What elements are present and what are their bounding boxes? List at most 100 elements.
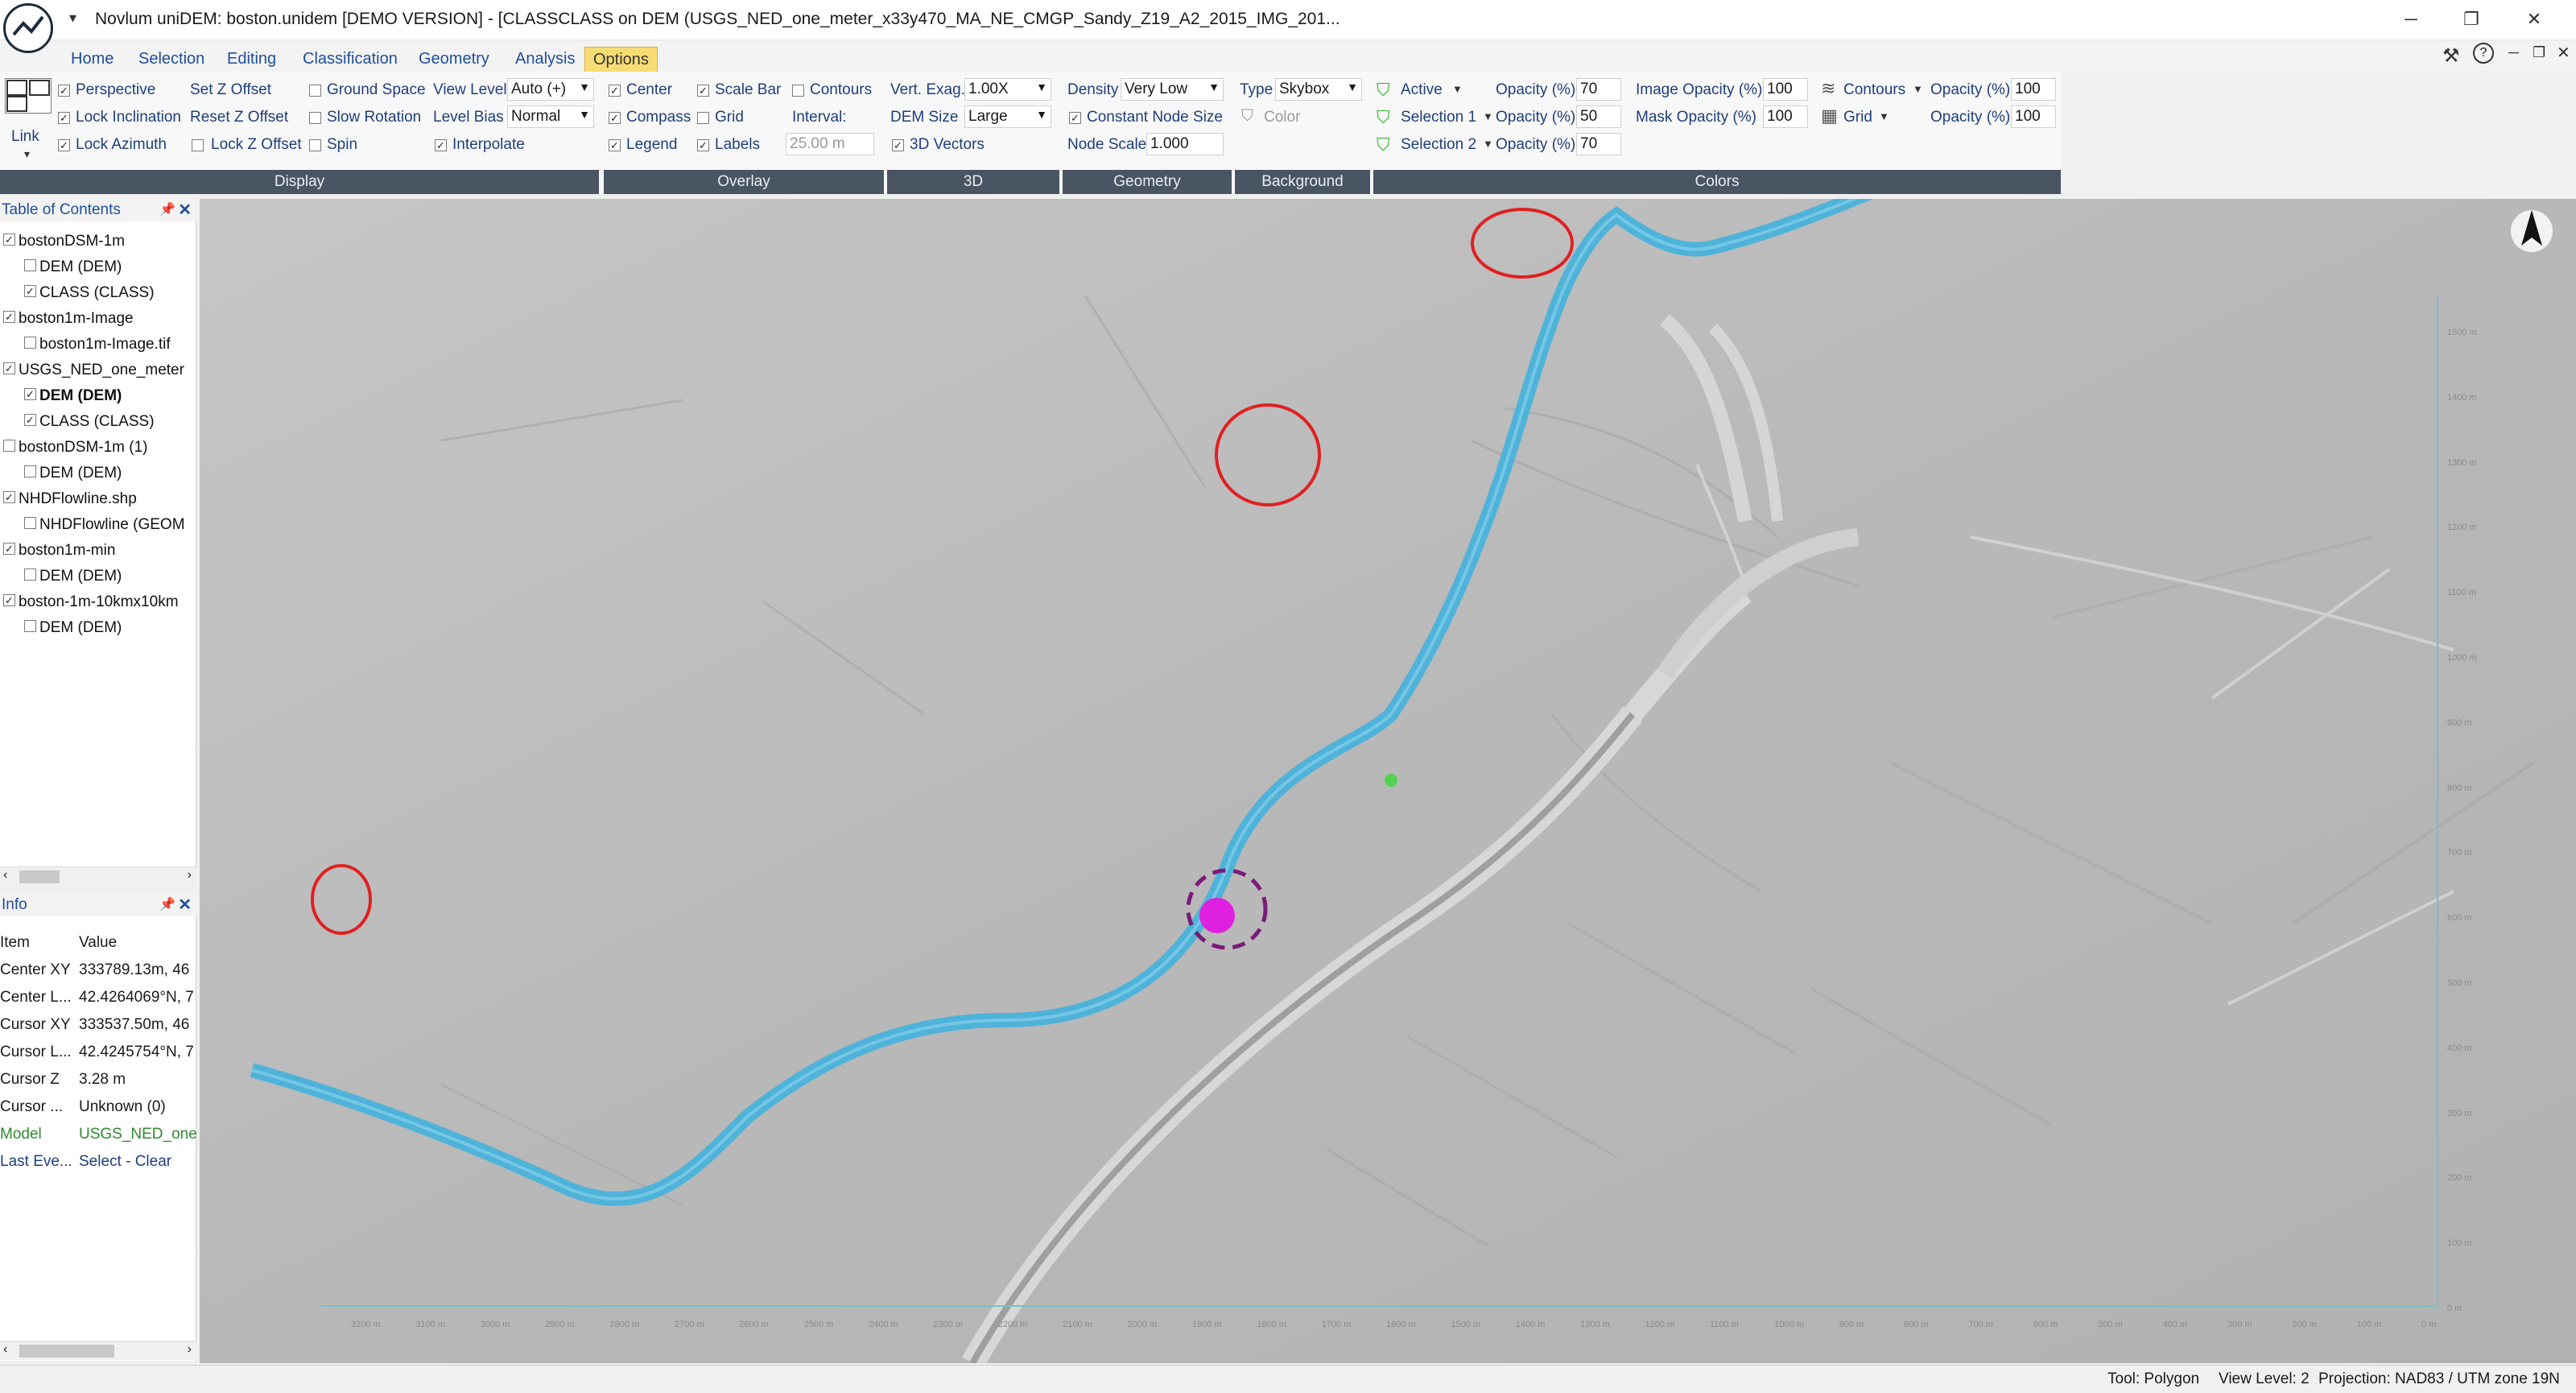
link-label[interactable]: Link	[11, 128, 39, 146]
tab-home[interactable]: Home	[63, 47, 122, 72]
chevron-down-icon[interactable]: ▼	[1483, 110, 1493, 122]
toc-layer-row[interactable]: ✓ DEM (DEM)	[24, 387, 122, 405]
ground-space-checkbox[interactable]	[309, 85, 321, 97]
toc-layer-checkbox[interactable]	[24, 517, 36, 530]
app-logo-icon[interactable]	[3, 3, 53, 53]
toc-layer-row[interactable]: DEM (DEM)	[24, 619, 122, 637]
tab-options[interactable]: Options	[584, 47, 658, 73]
toc-layer-checkbox[interactable]: ✓	[3, 234, 15, 246]
dem-size-dropdown[interactable]: Large ▼	[964, 105, 1051, 128]
scroll-right-icon[interactable]: ›	[188, 1342, 192, 1357]
slow-rotation-checkbox[interactable]	[309, 112, 321, 124]
toc-layer-row[interactable]: ✓ USGS_NED_one_meter	[3, 362, 184, 379]
image-opacity-input[interactable]: 100	[1763, 78, 1808, 101]
toc-layer-row[interactable]: boston1m-Image.tif	[24, 336, 171, 353]
toc-layer-checkbox[interactable]: ✓	[24, 285, 36, 298]
link-dropdown-icon[interactable]: ▾	[24, 147, 30, 161]
toc-layer-checkbox[interactable]: ✓	[24, 414, 36, 427]
toc-layer-checkbox[interactable]	[24, 259, 36, 272]
info-close-icon[interactable]: ✕	[178, 895, 192, 915]
toc-layer-checkbox[interactable]: ✓	[24, 388, 36, 401]
selection2-color-button[interactable]: Selection 2	[1401, 136, 1476, 154]
level-bias-dropdown[interactable]: Normal ▼	[507, 105, 594, 128]
center-checkbox[interactable]: ✓	[609, 85, 621, 97]
toc-layer-checkbox[interactable]	[24, 337, 36, 349]
tools-icon[interactable]: ⚒	[2442, 44, 2460, 68]
interval-input[interactable]: 25.00 m	[786, 133, 874, 155]
chevron-down-icon[interactable]: ▼	[1879, 110, 1889, 122]
toc-layer-checkbox[interactable]: ✓	[3, 491, 15, 504]
help-icon[interactable]: ?	[2473, 43, 2494, 64]
toc-layer-row[interactable]: ✓ bostonDSM-1m	[3, 233, 125, 250]
toc-layer-checkbox[interactable]: ✓	[3, 543, 15, 556]
spin-checkbox[interactable]	[309, 139, 321, 151]
bg-type-dropdown[interactable]: Skybox ▼	[1275, 78, 1362, 101]
quick-access-dropdown-icon[interactable]: ▾	[69, 10, 76, 27]
lock-azimuth-checkbox[interactable]: ✓	[58, 139, 70, 151]
scrollbar-thumb[interactable]	[19, 1345, 114, 1358]
link-button[interactable]	[5, 78, 52, 114]
toc-layer-checkbox[interactable]: ✓	[3, 594, 15, 607]
restore-button[interactable]: ❐	[2455, 5, 2487, 34]
tab-selection[interactable]: Selection	[130, 47, 213, 72]
selection1-color-button[interactable]: Selection 1	[1401, 109, 1476, 126]
lock-z-offset-checkbox[interactable]	[192, 139, 204, 151]
scroll-left-icon[interactable]: ‹	[3, 1342, 7, 1357]
toc-close-icon[interactable]: ✕	[178, 200, 192, 220]
lock-inclination-checkbox[interactable]: ✓	[58, 112, 70, 124]
map-view[interactable]: 3200 m 3100 m 3000 m 2900 m 2800 m 2700 m 2600…	[200, 199, 2576, 1363]
scroll-right-icon[interactable]: ›	[188, 868, 192, 883]
tab-analysis[interactable]: Analysis	[507, 47, 583, 72]
tab-classification[interactable]: Classification	[295, 47, 406, 72]
vert-exag-dropdown[interactable]: 1.00X ▼	[964, 78, 1051, 101]
reset-z-offset-button[interactable]: Reset Z Offset	[190, 109, 288, 126]
mdi-close-icon[interactable]: ✕	[2557, 43, 2570, 63]
compass-checkbox[interactable]: ✓	[609, 112, 621, 124]
selection1-opacity-input[interactable]: 50	[1576, 105, 1621, 128]
set-z-offset-button[interactable]: Set Z Offset	[190, 81, 271, 99]
scale-bar-checkbox[interactable]: ✓	[697, 85, 709, 97]
labels-checkbox[interactable]: ✓	[697, 139, 709, 151]
mask-opacity-input[interactable]: 100	[1763, 105, 1808, 128]
contours-color-button[interactable]: Contours	[1843, 81, 1905, 99]
scrollbar-thumb[interactable]	[19, 870, 60, 883]
toc-layer-row[interactable]: ✓ NHDFlowline.shp	[3, 490, 137, 508]
toc-layer-checkbox[interactable]	[24, 620, 36, 633]
contours-checkbox[interactable]	[792, 85, 804, 97]
toc-layer-row[interactable]: ✓ boston1m-Image	[3, 310, 134, 328]
info-horizontal-scrollbar[interactable]: ‹ ›	[0, 1341, 196, 1360]
toc-horizontal-scrollbar[interactable]: ‹ ›	[0, 866, 196, 886]
constant-node-size-checkbox[interactable]: ✓	[1069, 112, 1081, 124]
contours-opacity-input[interactable]: 100	[2011, 78, 2056, 101]
compass-icon[interactable]	[2511, 210, 2553, 252]
active-opacity-input[interactable]: 70	[1576, 78, 1621, 101]
toc-layer-row[interactable]: ✓ boston-1m-10kmx10km	[3, 593, 179, 611]
toc-layer-row[interactable]: DEM (DEM)	[24, 465, 122, 482]
toc-layer-checkbox[interactable]: ✓	[3, 311, 15, 324]
selection-marker[interactable]	[1199, 898, 1235, 933]
interpolate-checkbox[interactable]: ✓	[435, 139, 447, 151]
mdi-minimize-icon[interactable]: ─	[2508, 44, 2519, 61]
view-level-dropdown[interactable]: Auto (+) ▼	[507, 78, 594, 101]
3d-vectors-checkbox[interactable]: ✓	[892, 139, 904, 151]
active-color-button[interactable]: Active	[1401, 81, 1443, 99]
chevron-down-icon[interactable]: ▼	[1483, 138, 1493, 150]
scroll-left-icon[interactable]: ‹	[3, 868, 7, 883]
toc-layer-checkbox[interactable]	[3, 440, 15, 453]
pin-icon[interactable]: 📌	[159, 201, 175, 217]
tab-editing[interactable]: Editing	[219, 47, 284, 72]
mdi-restore-icon[interactable]: ❐	[2533, 44, 2545, 61]
terrain-hillshade[interactable]	[200, 199, 2576, 1363]
node-scale-input[interactable]: 1.000	[1146, 133, 1224, 155]
toc-layer-row[interactable]: DEM (DEM)	[24, 258, 122, 276]
toc-layer-checkbox[interactable]	[24, 465, 36, 478]
grid-checkbox[interactable]	[697, 112, 709, 124]
density-dropdown[interactable]: Very Low ▼	[1121, 78, 1224, 101]
grid-opacity-input[interactable]: 100	[2011, 105, 2056, 128]
toc-layer-checkbox[interactable]	[24, 568, 36, 581]
chevron-down-icon[interactable]: ▼	[1452, 83, 1463, 95]
toc-layer-row[interactable]: ✓ CLASS (CLASS)	[24, 413, 155, 431]
toc-layer-checkbox[interactable]: ✓	[3, 362, 15, 375]
legend-checkbox[interactable]: ✓	[609, 139, 621, 151]
toc-layer-row[interactable]: ✓ boston1m-min	[3, 542, 115, 560]
